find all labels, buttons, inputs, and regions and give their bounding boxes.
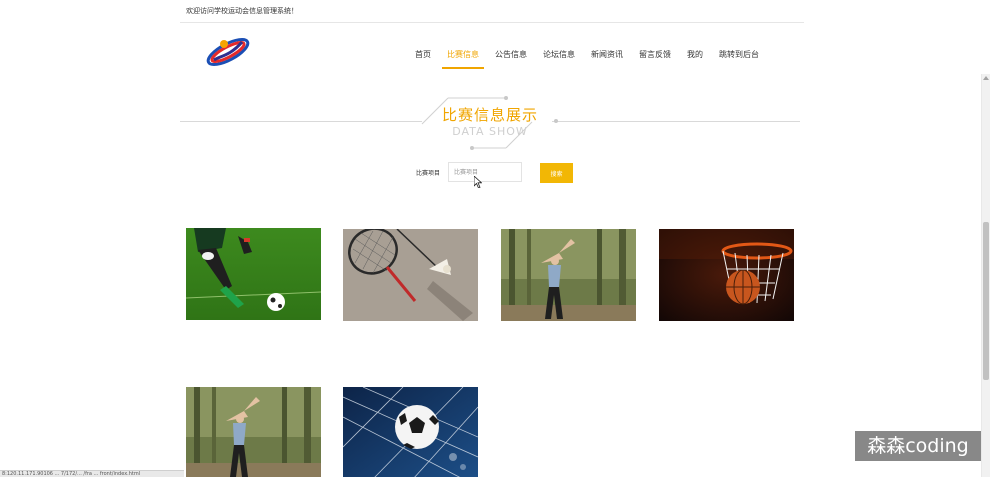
browser-status-url: 8:120.11.171.90106 ... 7/172/... /fra ..… — [0, 470, 184, 477]
section-title-rule-left — [180, 121, 422, 122]
scrollbar-thumb[interactable] — [983, 222, 989, 380]
basketball-hoop-image — [659, 229, 794, 321]
competition-card-2[interactable] — [343, 229, 478, 321]
search-label: 比赛项目 — [416, 170, 441, 177]
watermark: 森森coding — [855, 431, 981, 461]
section-title-rule-right — [552, 121, 800, 122]
scroll-up-arrow-icon[interactable] — [983, 76, 989, 80]
nav-item-forum[interactable]: 论坛信息 — [538, 47, 580, 69]
stretching-woman-image — [186, 387, 321, 477]
nav-item-news[interactable]: 新闻资讯 — [586, 47, 628, 69]
competition-card-5[interactable] — [186, 387, 321, 477]
page: 欢迎访问学校运动会信息管理系统！ 首页 比赛信息 公告信息 论坛信息 新闻资讯 … — [0, 0, 991, 477]
mouse-cursor-icon — [474, 176, 482, 188]
soccer-kick-image — [186, 228, 321, 320]
site-logo[interactable] — [204, 30, 252, 70]
main-nav: 首页 比赛信息 公告信息 论坛信息 新闻资讯 留言反馈 我的 跳转到后台 — [410, 47, 770, 69]
competition-card-6[interactable] — [343, 387, 478, 477]
soccer-ball-net-image — [343, 387, 478, 477]
nav-item-admin[interactable]: 跳转到后台 — [714, 47, 764, 69]
badminton-image — [343, 229, 478, 321]
competition-card-3[interactable] — [501, 229, 636, 321]
nav-item-home[interactable]: 首页 — [410, 47, 436, 69]
header-divider — [180, 22, 804, 23]
competition-card-1[interactable] — [186, 228, 321, 320]
section-title: 比赛信息展示 — [441, 106, 538, 124]
search-button[interactable]: 搜索 — [540, 163, 573, 183]
search-input[interactable] — [448, 162, 522, 182]
stretching-woman-image — [501, 229, 636, 321]
page-scrollbar[interactable] — [981, 74, 990, 477]
nav-item-feedback[interactable]: 留言反馈 — [634, 47, 676, 69]
section-subtitle: DATA SHOW — [452, 125, 528, 138]
competition-card-4[interactable] — [659, 229, 794, 321]
nav-item-announcements[interactable]: 公告信息 — [490, 47, 532, 69]
nav-item-mine[interactable]: 我的 — [682, 47, 708, 69]
welcome-text: 欢迎访问学校运动会信息管理系统！ — [186, 7, 298, 15]
nav-item-competitions[interactable]: 比赛信息 — [442, 47, 484, 69]
